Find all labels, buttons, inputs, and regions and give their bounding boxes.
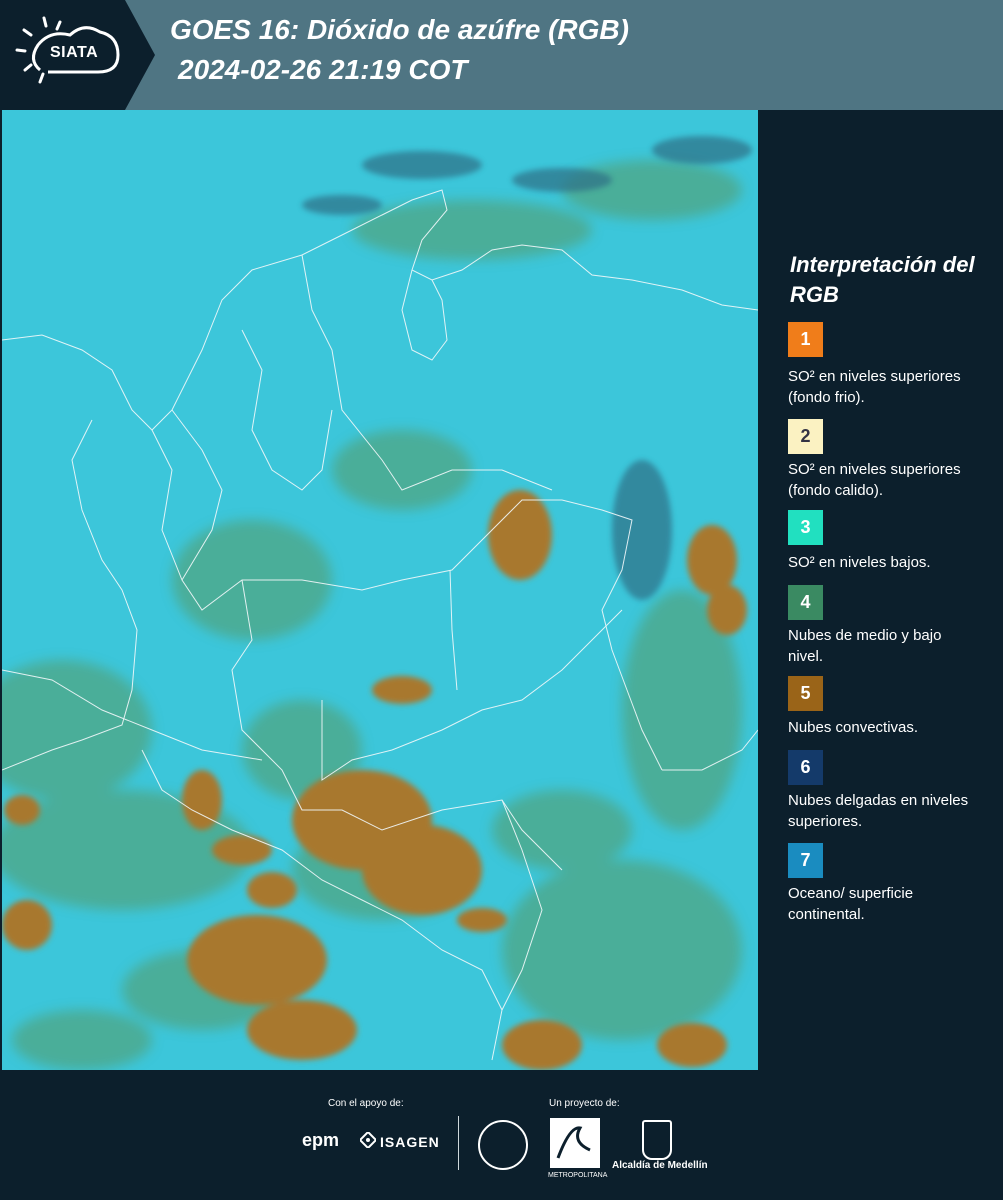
legend-label-6: Nubes delgadas en niveles superiores. <box>788 792 969 830</box>
legend-label-2: SO² en niveles superiores (fondo calido)… <box>788 461 961 499</box>
footer-divider <box>458 1116 459 1170</box>
siata-logo-text: SIATA <box>50 44 99 61</box>
header-bar: SIATA GOES 16: Dióxido de azúfre (RGB) 2… <box>0 0 1003 110</box>
legend-swatch-6: 6 <box>788 750 823 785</box>
legend-label-4: Nubes de medio y bajo nivel. <box>788 627 942 665</box>
legend-label-5: Nubes convectivas. <box>788 719 919 736</box>
legend-panel: Interpretación del RGB 1 SO² en niveles … <box>758 110 1003 1070</box>
legend-swatch-2: 2 <box>788 419 823 454</box>
legend-swatch-3: 3 <box>788 510 823 545</box>
project-label: Un proyecto de: <box>549 1098 620 1109</box>
epm-logo: epm <box>302 1130 340 1150</box>
medellin-seal-icon <box>478 1120 528 1170</box>
legend-label-1: SO² en niveles superiores (fondo frio). <box>788 368 961 406</box>
support-label: Con el apoyo de: <box>328 1098 404 1109</box>
footer: Con el apoyo de: Un proyecto de: epm ISA… <box>0 1070 1003 1200</box>
page-timestamp: 2024-02-26 21:19 COT <box>178 54 468 85</box>
legend-title: Interpretación del RGB <box>790 252 975 307</box>
page-title: GOES 16: Dióxido de azúfre (RGB) <box>170 14 629 45</box>
siata-logo: SIATA <box>0 0 155 110</box>
legend-label-3: SO² en niveles bajos. <box>788 554 931 571</box>
area-metropolitana-logo <box>550 1118 600 1168</box>
alcaldia-label: Alcaldía de Medellín <box>612 1160 708 1171</box>
alcaldia-emblem-icon <box>642 1120 672 1160</box>
legend-swatch-7: 7 <box>788 843 823 878</box>
area-label: METROPOLITANA <box>548 1172 608 1179</box>
legend-swatch-1: 1 <box>788 322 823 357</box>
legend-swatch-4: 4 <box>788 585 823 620</box>
satellite-map <box>2 110 758 1070</box>
isagen-icon <box>358 1130 378 1150</box>
isagen-logo: ISAGEN <box>380 1134 440 1150</box>
legend-label-7: Oceano/ superficie continental. <box>788 885 914 923</box>
legend-swatch-5: 5 <box>788 676 823 711</box>
